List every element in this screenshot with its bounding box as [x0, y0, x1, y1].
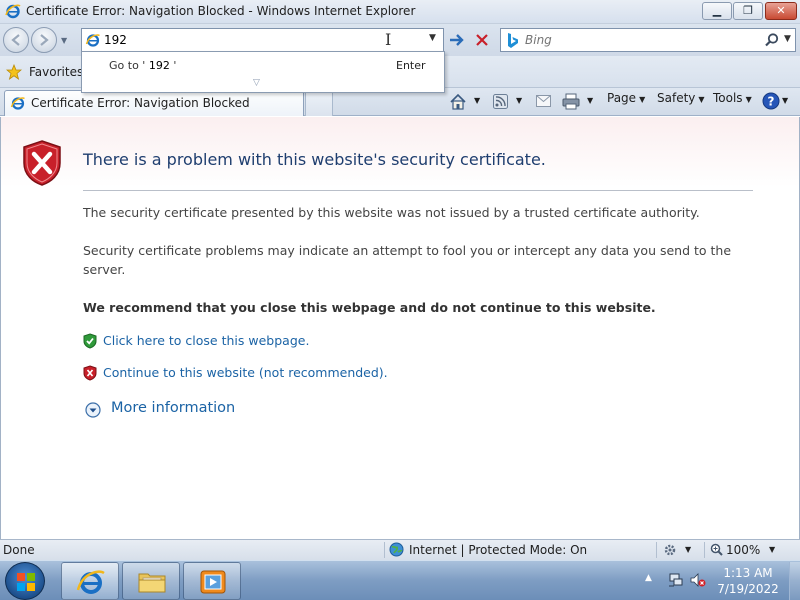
address-input[interactable] — [104, 31, 404, 49]
recent-pages-dropdown-icon[interactable]: ▼ — [61, 36, 67, 45]
help-icon[interactable]: ? — [762, 92, 780, 110]
maximize-button[interactable]: ❐ — [733, 2, 763, 20]
back-button[interactable] — [3, 27, 29, 53]
search-options-dropdown-icon[interactable]: ▼ — [784, 34, 791, 44]
more-information-link[interactable]: More information — [111, 400, 235, 416]
magnifier-icon[interactable] — [764, 32, 780, 48]
forward-arrow-icon — [40, 34, 49, 46]
stop-x-icon[interactable] — [471, 29, 493, 51]
expand-circle-icon — [85, 402, 101, 418]
shield-check-icon — [83, 333, 97, 349]
autocomplete-enter-hint: Enter — [396, 59, 426, 72]
status-separator — [656, 542, 657, 558]
show-hidden-icons-arrow-icon[interactable]: ▲ — [645, 573, 652, 583]
printer-icon[interactable] — [562, 93, 580, 110]
clock-date: 7/19/2022 — [717, 582, 779, 596]
bing-icon — [508, 33, 518, 48]
page-ie-icon — [85, 34, 100, 47]
close-icon: ✕ — [776, 4, 786, 17]
svg-text:?: ? — [768, 95, 775, 109]
status-separator — [384, 542, 385, 558]
title-bar: Certificate Error: Navigation Blocked - … — [0, 0, 800, 24]
go-arrow-icon[interactable] — [447, 29, 467, 51]
goto-value: 192 — [145, 59, 174, 72]
status-bar: Done Internet | Protected Mode: On ▼ 100… — [0, 539, 800, 560]
favorites-label: Favorites — [29, 65, 84, 79]
ie-taskbar-icon — [76, 570, 105, 594]
page-title: There is a problem with this website's s… — [83, 150, 546, 169]
autocomplete-expand-icon[interactable]: ▽ — [253, 78, 260, 88]
system-clock[interactable]: 1:13 AM 7/19/2022 — [716, 565, 780, 597]
zoom-dropdown-icon[interactable]: ▼ — [769, 545, 775, 554]
rss-icon[interactable] — [493, 94, 508, 109]
status-text: Done — [3, 543, 35, 557]
close-webpage-link[interactable]: Click here to close this webpage. — [103, 333, 309, 348]
network-icon[interactable] — [668, 572, 684, 588]
mail-icon[interactable] — [536, 95, 551, 107]
media-player-icon — [200, 570, 226, 594]
home-dropdown-icon[interactable]: ▼ — [474, 96, 480, 116]
window-title: Certificate Error: Navigation Blocked - … — [26, 4, 416, 18]
safety-menu[interactable]: Safety ▼ — [657, 91, 705, 111]
help-dropdown-icon[interactable]: ▼ — [782, 96, 788, 116]
folder-icon — [138, 573, 166, 593]
page-content: There is a problem with this website's s… — [0, 117, 800, 539]
back-arrow-icon — [11, 34, 20, 46]
error-description: The security certificate presented by th… — [83, 205, 700, 220]
star-icon — [6, 64, 22, 80]
address-autocomplete: Go to ' 192 ' Enter ▽ — [81, 51, 445, 93]
tools-menu-label: Tools — [713, 91, 743, 105]
page-menu[interactable]: Page ▼ — [607, 91, 645, 111]
error-warning: Security certificate problems may indica… — [83, 243, 732, 277]
address-dropdown-icon[interactable]: ▼ — [429, 33, 436, 43]
forward-button[interactable] — [31, 27, 57, 53]
clock-time: 1:13 AM — [723, 566, 773, 580]
search-box: ▼ — [500, 28, 796, 52]
autocomplete-goto[interactable]: Go to ' 192 ' — [109, 59, 176, 72]
maximize-icon: ❐ — [743, 4, 753, 17]
recommendation-text: We recommend that you close this webpage… — [83, 300, 656, 315]
zoom-level[interactable]: 100% — [726, 543, 760, 557]
goto-suffix: ' — [173, 59, 177, 72]
volume-muted-icon[interactable] — [690, 572, 706, 588]
taskbar-media-player[interactable] — [183, 562, 241, 600]
tools-menu[interactable]: Tools ▼ — [713, 91, 752, 111]
search-input[interactable] — [525, 32, 755, 48]
globe-icon — [389, 542, 404, 557]
start-button[interactable] — [5, 562, 45, 600]
security-zone[interactable]: Internet | Protected Mode: On — [409, 543, 587, 557]
windows-logo-icon — [17, 573, 35, 591]
taskbar-windows-explorer[interactable] — [122, 562, 180, 600]
text-cursor-icon: I — [385, 30, 392, 49]
safety-menu-label: Safety — [657, 91, 696, 105]
goto-prefix: Go to ' — [109, 59, 146, 72]
shield-error-icon — [23, 140, 61, 186]
home-icon[interactable] — [449, 93, 467, 110]
shield-error-small-icon — [83, 365, 97, 381]
status-separator — [704, 542, 705, 558]
gear-dropdown-icon[interactable]: ▼ — [685, 545, 691, 554]
zoom-icon — [710, 543, 723, 556]
taskbar-internet-explorer[interactable] — [61, 562, 119, 600]
close-button[interactable]: ✕ — [765, 2, 797, 20]
minimize-icon: ▁ — [712, 4, 722, 17]
rss-dropdown-icon[interactable]: ▼ — [516, 96, 522, 116]
page-menu-label: Page — [607, 91, 637, 105]
print-dropdown-icon[interactable]: ▼ — [587, 96, 593, 116]
continue-website-link[interactable]: Continue to this website (not recommende… — [103, 365, 388, 380]
minimize-button[interactable]: ▁ — [702, 2, 732, 20]
title-divider — [83, 190, 753, 191]
gear-icon[interactable] — [663, 542, 681, 558]
taskbar: ▲ 1:13 AM 7/19/2022 — [0, 560, 800, 600]
ie-icon — [5, 4, 21, 19]
show-desktop-button[interactable] — [789, 562, 800, 600]
